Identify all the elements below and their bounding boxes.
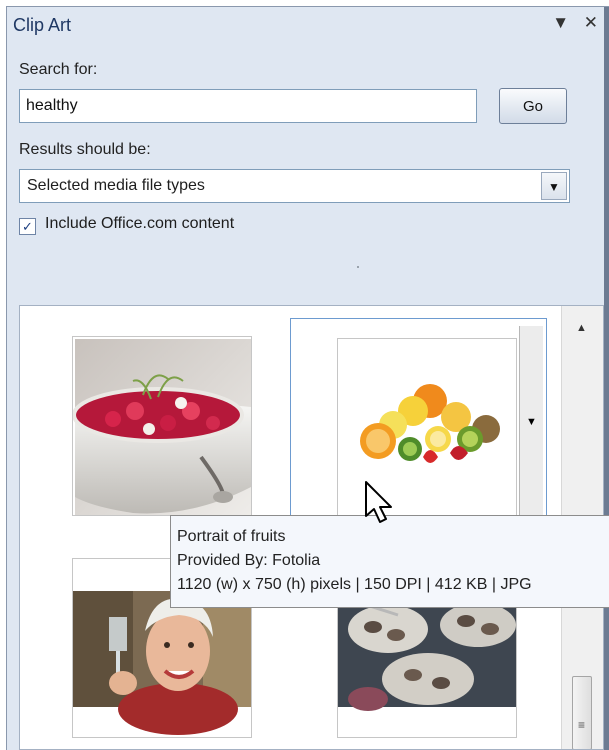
media-type-dropdown[interactable]: Selected media file types ▼	[19, 169, 570, 203]
scroll-thumb[interactable]: ≡	[572, 676, 592, 749]
clip-menu-button[interactable]: ▼	[519, 326, 543, 522]
scroll-up-arrow-icon[interactable]: ▲	[576, 322, 587, 334]
grip-icon: ≡	[578, 718, 586, 732]
pane-options-icon[interactable]: ▼	[552, 13, 569, 32]
search-input[interactable]	[19, 89, 477, 123]
mouse-pointer-icon	[365, 481, 392, 523]
soup-bowl-image	[73, 339, 251, 515]
tooltip-details: 1120 (w) x 750 (h) pixels | 150 DPI | 41…	[177, 576, 532, 593]
include-office-checkbox[interactable]: ✓	[19, 218, 36, 235]
include-office-label: Include Office.com content	[45, 215, 235, 232]
results-filter-label: Results should be:	[19, 141, 151, 158]
clip-art-pane: Clip Art ▼ ✕ Search for: Go Results shou…	[6, 6, 609, 750]
pane-header-controls: ▼ ✕	[542, 13, 598, 33]
soup-bowl-clip[interactable]	[72, 336, 252, 516]
dropdown-arrow-icon[interactable]: ▼	[541, 172, 567, 200]
pane-title: Clip Art	[13, 15, 72, 35]
tooltip-provider: Provided By: Fotolia	[177, 552, 321, 569]
separator-dot	[357, 266, 359, 268]
close-icon[interactable]: ✕	[584, 13, 598, 32]
clip-menu-arrow-icon: ▼	[526, 416, 537, 428]
media-type-value: Selected media file types	[27, 177, 205, 194]
go-button[interactable]: Go	[499, 88, 567, 124]
pane-right-edge	[604, 7, 609, 750]
search-label: Search for:	[19, 61, 98, 78]
